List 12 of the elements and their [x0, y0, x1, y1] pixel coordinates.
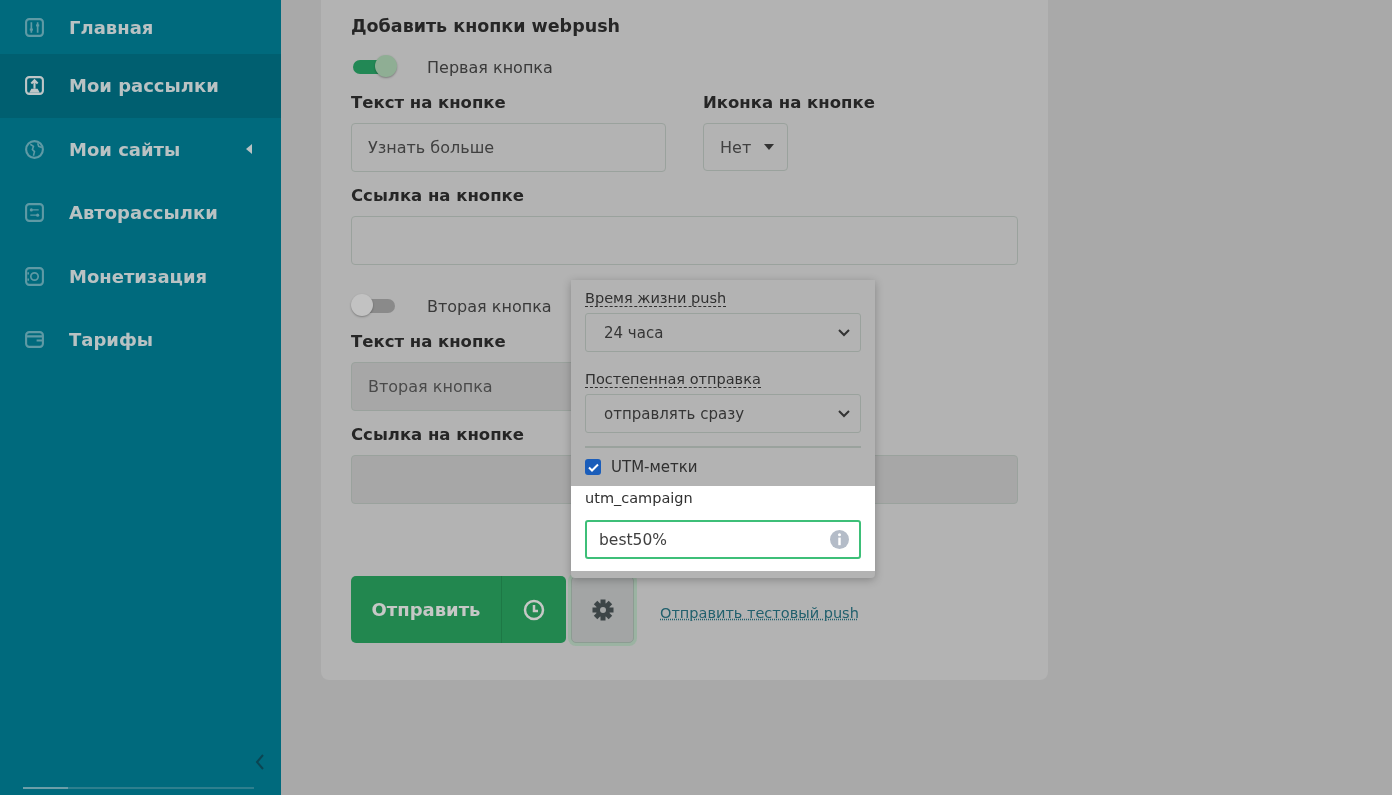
field-label: utm_campaign [585, 490, 694, 508]
toggle-label: Первая кнопка [427, 57, 553, 77]
section-title: Добавить кнопки webpush [351, 16, 621, 38]
field-label: Иконка на кнопке [703, 93, 875, 114]
field-label: Время жизни push [585, 290, 727, 307]
field-label: Текст на кнопке [351, 332, 506, 353]
field-label: Ссылка на кнопке [351, 425, 524, 446]
field-label: Текст на кнопке [351, 93, 506, 114]
field-label: Постепенная отправка [585, 371, 761, 388]
field-label: Ссылка на кнопке [351, 186, 524, 207]
checkbox-label: UTM-метки [611, 458, 698, 476]
toggle-label: Вторая кнопка [427, 296, 552, 316]
